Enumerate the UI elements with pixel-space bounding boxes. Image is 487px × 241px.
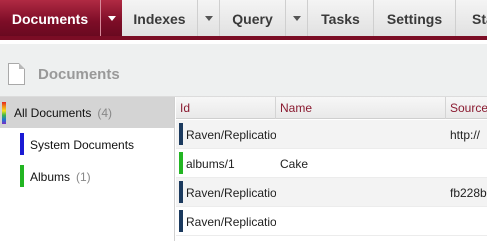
sidebar-item-count: (1) — [76, 170, 91, 184]
document-icon — [8, 63, 25, 85]
sidebar-item-label: All Documents — [14, 106, 92, 120]
cell-id: Raven/Replication — [186, 186, 276, 200]
documents-table: Id Name Source Raven/Replication http://… — [176, 97, 487, 241]
collection-color-icon — [20, 133, 24, 155]
cell-id: Raven/Replication — [186, 215, 276, 229]
rainbow-color-icon — [2, 102, 6, 124]
collection-color-icon — [179, 181, 183, 203]
cell-name: Cake — [280, 157, 309, 171]
collections-sidebar: All Documents (4) System Documents Albums… — [0, 97, 175, 241]
tab-indexes[interactable]: Indexes — [122, 0, 198, 36]
cell-source: fb228b — [450, 186, 487, 200]
collection-color-icon — [179, 123, 183, 145]
tab-status[interactable]: Sta — [456, 0, 487, 36]
column-header-source[interactable]: Source — [446, 97, 487, 119]
sidebar-item-label: Albums — [30, 170, 71, 184]
cell-id: albums/1 — [186, 157, 235, 171]
cell-source: http:// — [450, 128, 481, 142]
table-header: Id Name Source — [176, 97, 487, 119]
indexes-dropdown-chevron-icon[interactable] — [198, 0, 220, 36]
top-nav-bar: Documents Indexes Query Tasks Settings S… — [0, 0, 487, 40]
sidebar-item-count: (4) — [97, 106, 113, 120]
page-title: Documents — [38, 66, 120, 83]
column-header-id[interactable]: Id — [176, 97, 276, 119]
table-row[interactable]: Raven/Replication http:// — [176, 120, 487, 149]
sidebar-item-albums[interactable]: Albums (1) — [0, 161, 174, 192]
table-row[interactable]: Raven/Replication — [176, 207, 487, 236]
cell-id: Raven/Replication — [186, 128, 276, 142]
query-dropdown-chevron-icon[interactable] — [286, 0, 308, 36]
sidebar-item-all-documents[interactable]: All Documents (4) — [0, 97, 174, 128]
tab-settings[interactable]: Settings — [374, 0, 456, 36]
table-row[interactable]: albums/1 Cake — [176, 149, 487, 178]
page-header: Documents — [0, 44, 487, 97]
sidebar-item-label: System Documents — [30, 138, 135, 152]
column-header-name[interactable]: Name — [276, 97, 446, 119]
collection-color-icon — [179, 152, 183, 174]
collection-color-icon — [20, 165, 24, 187]
collection-color-icon — [179, 210, 183, 232]
table-row[interactable]: Raven/Replication fb228b — [176, 178, 487, 207]
tab-query[interactable]: Query — [220, 0, 286, 36]
tab-documents[interactable]: Documents — [0, 0, 100, 36]
sidebar-item-system-documents[interactable]: System Documents — [0, 129, 174, 160]
documents-dropdown-chevron-icon[interactable] — [100, 0, 122, 36]
tab-tasks[interactable]: Tasks — [308, 0, 374, 36]
